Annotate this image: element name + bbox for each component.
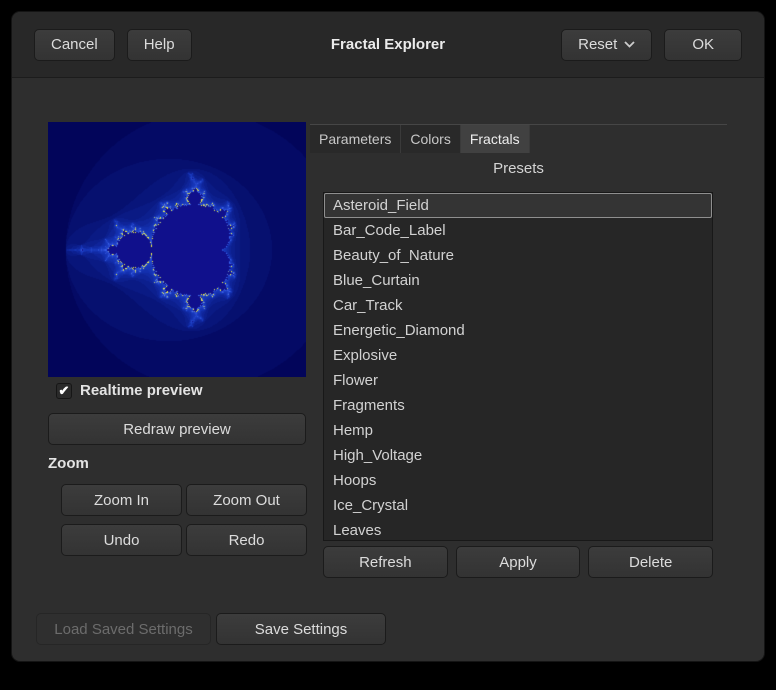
zoom-out-button[interactable]: Zoom Out: [186, 484, 307, 516]
fractal-preview-canvas[interactable]: [48, 122, 306, 377]
preset-item[interactable]: Explosive: [324, 343, 712, 368]
preset-item[interactable]: Asteroid_Field: [324, 193, 712, 218]
presets-section-label: Presets: [310, 160, 727, 177]
chevron-down-icon: [624, 41, 635, 48]
tab-bar: ParametersColorsFractals: [310, 124, 727, 153]
presets-list[interactable]: Asteroid_FieldBar_Code_LabelBeauty_of_Na…: [323, 192, 713, 541]
help-button[interactable]: Help: [127, 29, 192, 61]
preset-item[interactable]: Ice_Crystal: [324, 493, 712, 518]
preset-item[interactable]: Energetic_Diamond: [324, 318, 712, 343]
undo-button[interactable]: Undo: [61, 524, 182, 556]
preset-item[interactable]: Bar_Code_Label: [324, 218, 712, 243]
realtime-preview-label: Realtime preview: [80, 382, 203, 399]
delete-button[interactable]: Delete: [588, 546, 713, 578]
preset-item[interactable]: Fragments: [324, 393, 712, 418]
reset-button-label: Reset: [578, 36, 617, 53]
reset-button[interactable]: Reset: [561, 29, 652, 61]
realtime-preview-toggle[interactable]: ✔ Realtime preview: [56, 382, 203, 399]
preset-item[interactable]: Leaves: [324, 518, 712, 541]
zoom-section-label: Zoom: [48, 455, 89, 472]
ok-button[interactable]: OK: [664, 29, 742, 61]
tab-fractals[interactable]: Fractals: [461, 125, 530, 153]
dialog-header: Fractal Explorer Cancel Help Reset OK: [12, 12, 764, 78]
zoom-in-button[interactable]: Zoom In: [61, 484, 182, 516]
preset-item[interactable]: Flower: [324, 368, 712, 393]
load-saved-settings-button[interactable]: Load Saved Settings: [36, 613, 211, 645]
refresh-button[interactable]: Refresh: [323, 546, 448, 578]
preset-item[interactable]: Beauty_of_Nature: [324, 243, 712, 268]
realtime-preview-checkbox[interactable]: ✔: [56, 383, 72, 399]
preset-actions: Refresh Apply Delete: [323, 546, 713, 578]
apply-button[interactable]: Apply: [456, 546, 581, 578]
preset-item[interactable]: Hemp: [324, 418, 712, 443]
preset-item[interactable]: Car_Track: [324, 293, 712, 318]
save-settings-button[interactable]: Save Settings: [216, 613, 386, 645]
tab-parameters[interactable]: Parameters: [310, 125, 401, 153]
preset-item[interactable]: High_Voltage: [324, 443, 712, 468]
redraw-preview-button[interactable]: Redraw preview: [48, 413, 306, 445]
fractal-explorer-dialog: Fractal Explorer Cancel Help Reset OK ✔ …: [12, 12, 764, 661]
tab-colors[interactable]: Colors: [401, 125, 460, 153]
checkmark-icon: ✔: [59, 383, 70, 399]
cancel-button[interactable]: Cancel: [34, 29, 115, 61]
zoom-buttons: Zoom In Zoom Out Undo Redo: [61, 484, 307, 556]
preset-item[interactable]: Blue_Curtain: [324, 268, 712, 293]
preset-item[interactable]: Hoops: [324, 468, 712, 493]
redo-button[interactable]: Redo: [186, 524, 307, 556]
